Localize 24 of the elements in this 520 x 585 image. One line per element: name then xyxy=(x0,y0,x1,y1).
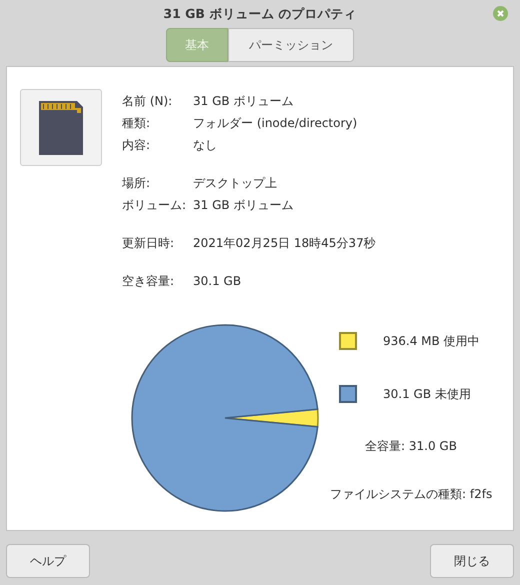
tab[interactable]: パーミッション xyxy=(228,28,354,62)
field-value: デスクトップ上 xyxy=(193,175,278,191)
total-capacity: 全容量: 31.0 GB xyxy=(365,438,457,455)
field-label: ボリューム: xyxy=(122,197,188,213)
dialog-button[interactable]: ヘルプ xyxy=(6,544,90,578)
field-value: 31 GB ボリューム xyxy=(193,197,294,213)
sd-card-icon xyxy=(37,98,85,156)
field-label: 場所: xyxy=(122,175,152,191)
legend-text: 936.4 MB 使用中 xyxy=(383,332,480,350)
field-value: 31 GB ボリューム xyxy=(193,93,294,109)
close-icon[interactable] xyxy=(493,6,508,21)
field-label: 空き容量: xyxy=(122,273,176,289)
filesystem-type: ファイルシステムの種類: f2fs xyxy=(330,486,492,503)
window-title: 31 GB ボリューム のプロパティ xyxy=(163,6,357,22)
field-label: 名前 (N): xyxy=(122,93,174,109)
dialog-button[interactable]: 閉じる xyxy=(430,544,514,578)
field-value: なし xyxy=(193,137,218,153)
field-label: 更新日時: xyxy=(122,235,176,251)
field-label: 内容: xyxy=(122,137,152,153)
field-label: 種類: xyxy=(122,115,152,131)
field-value: フォルダー (inode/directory) xyxy=(193,115,358,131)
legend-text: 30.1 GB 未使用 xyxy=(383,386,471,402)
field-value: 30.1 GB xyxy=(193,273,242,289)
field-value: 2021年02月25日 18時45分37秒 xyxy=(193,235,376,251)
